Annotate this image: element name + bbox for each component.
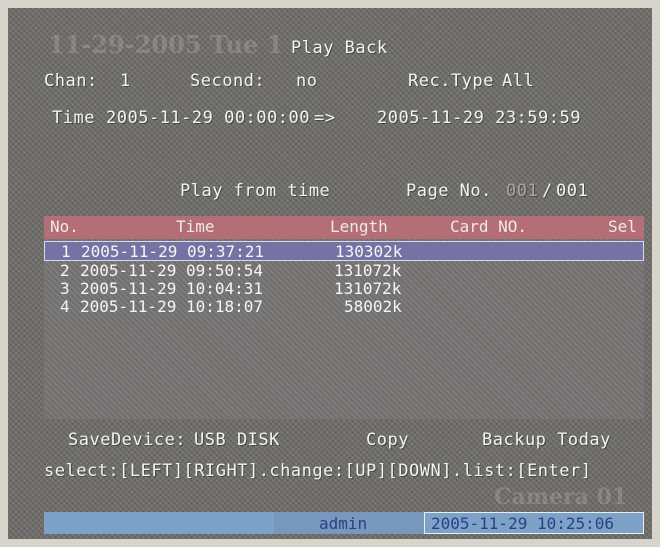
status-user: admin bbox=[319, 514, 368, 533]
rec-type-label: Rec.Type bbox=[408, 71, 494, 91]
table-row[interactable]: 3 2005-11-29 10:04:31 131072k bbox=[44, 279, 644, 299]
row-length: 131072k bbox=[334, 279, 402, 298]
page-sep: / bbox=[542, 181, 553, 201]
row-no: 3 bbox=[60, 279, 70, 298]
page-no-label: Page No. bbox=[406, 181, 492, 201]
rec-type-value[interactable]: All bbox=[502, 71, 534, 91]
status-datetime: 2005-11-29 10:25:06 bbox=[431, 514, 615, 533]
row-length: 58002k bbox=[344, 297, 402, 316]
backup-today-button[interactable]: Backup Today bbox=[482, 430, 611, 450]
row-length: 130302k bbox=[335, 242, 403, 261]
page-title: Play Back bbox=[291, 38, 388, 58]
ghost-camera-overlay: Camera 01 bbox=[494, 484, 628, 510]
chan-value[interactable]: 1 bbox=[120, 71, 131, 91]
time-start-field[interactable]: 2005-11-29 00:00:00 bbox=[106, 108, 310, 128]
save-device-label: SaveDevice: bbox=[68, 430, 187, 450]
help-text: select:[LEFT][RIGHT].change:[UP][DOWN].l… bbox=[44, 461, 592, 481]
column-sel: Sel bbox=[608, 217, 637, 236]
table-header: No. Time Length Card NO. Sel bbox=[44, 216, 644, 239]
column-no: No. bbox=[50, 217, 79, 236]
save-device-value[interactable]: USB DISK bbox=[194, 430, 280, 450]
column-length: Length bbox=[330, 217, 388, 236]
row-time: 2005-11-29 10:18:07 bbox=[80, 297, 264, 316]
dvr-screen: 11-29-2005 Tue 1 Play Back Chan: 1 Secon… bbox=[8, 8, 652, 539]
page-current[interactable]: 001 bbox=[506, 181, 538, 201]
table-row[interactable]: 4 2005-11-29 10:18:07 58002k bbox=[44, 297, 644, 317]
time-end-field[interactable]: 2005-11-29 23:59:59 bbox=[377, 108, 581, 128]
copy-button[interactable]: Copy bbox=[366, 430, 409, 450]
table-row[interactable]: 2 2005-11-29 09:50:54 131072k bbox=[44, 261, 644, 281]
second-label: Second: bbox=[190, 71, 266, 91]
second-value[interactable]: no bbox=[296, 71, 317, 91]
time-label: Time bbox=[52, 108, 95, 128]
table-row[interactable]: 1 2005-11-29 09:37:21 130302k bbox=[44, 241, 644, 261]
time-arrow: => bbox=[314, 108, 336, 128]
status-clock-box: 2005-11-29 10:25:06 bbox=[424, 512, 644, 534]
column-card-no: Card NO. bbox=[450, 217, 528, 236]
row-time: 2005-11-29 09:37:21 bbox=[81, 242, 265, 261]
status-bar: admin 2005-11-29 10:25:06 bbox=[44, 512, 644, 534]
file-list[interactable]: 1 2005-11-29 09:37:21 130302k 2 2005-11-… bbox=[44, 239, 644, 419]
ghost-date-overlay: 11-29-2005 Tue 1 bbox=[48, 30, 284, 59]
row-no: 4 bbox=[60, 297, 70, 316]
row-time: 2005-11-29 10:04:31 bbox=[80, 279, 264, 298]
row-length: 131072k bbox=[334, 261, 402, 280]
page-total: 001 bbox=[556, 181, 589, 201]
row-no: 1 bbox=[61, 242, 71, 261]
column-time: Time bbox=[176, 217, 215, 236]
chan-label: Chan: bbox=[44, 71, 98, 91]
row-no: 2 bbox=[60, 261, 70, 280]
row-time: 2005-11-29 09:50:54 bbox=[80, 261, 264, 280]
play-from-time-button[interactable]: Play from time bbox=[180, 181, 330, 201]
